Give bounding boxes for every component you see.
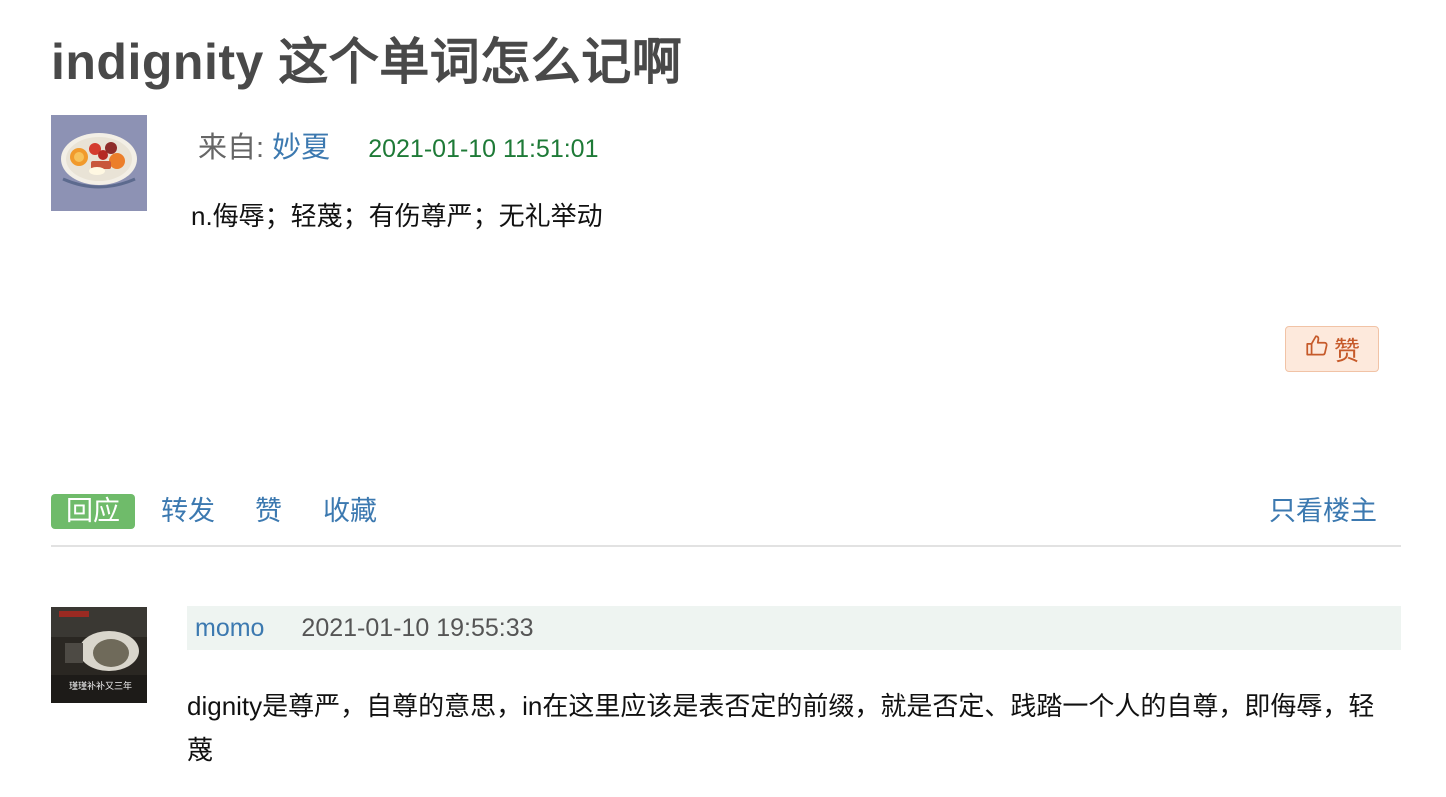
reply-timestamp: 2021-01-10 19:55:33	[301, 614, 534, 642]
post-title: indignity 这个单词怎么记啊	[51, 34, 683, 90]
post-timestamp: 2021-01-10 11:51:01	[368, 135, 599, 163]
forward-link[interactable]: 转发	[161, 494, 215, 529]
action-bar: 回应 转发 赞 收藏 只看楼主	[51, 493, 1401, 531]
like-button[interactable]: 赞	[1285, 326, 1379, 372]
thumbs-up-icon	[1304, 333, 1330, 366]
post-body: n.侮辱；轻蔑；有伤尊严；无礼举动	[191, 201, 603, 231]
reply-button[interactable]: 回应	[51, 494, 135, 529]
author-avatar[interactable]	[51, 115, 147, 211]
reply-body: dignity是尊严，自尊的意思，in在这里应该是表否定的前缀，就是否定、践踏一…	[187, 691, 1375, 765]
reply-meta: momo 2021-01-10 19:55:33	[187, 606, 1401, 650]
like-button-label: 赞	[1333, 335, 1360, 366]
post-meta: 来自: 妙夏 2021-01-10 11:51:01	[198, 124, 599, 166]
reply-avatar[interactable]: 瑾瑾补补又三年	[51, 607, 147, 703]
author-link[interactable]: 妙夏	[272, 132, 330, 164]
favorite-link[interactable]: 收藏	[323, 494, 377, 529]
fruit-plate-illustration	[51, 115, 147, 211]
divider	[51, 545, 1401, 547]
avatar-caption: 瑾瑾补补又三年	[69, 681, 133, 691]
from-label: 来自:	[198, 132, 265, 164]
like-link[interactable]: 赞	[255, 494, 282, 529]
only-owner-link[interactable]: 只看楼主	[1269, 494, 1377, 529]
reply-author-link[interactable]: momo	[195, 614, 264, 642]
